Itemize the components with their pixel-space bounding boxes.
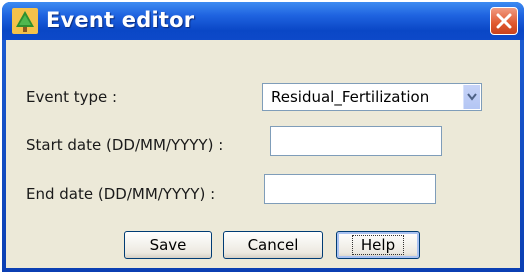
event-type-label: Event type : [26, 88, 118, 106]
help-button[interactable]: Help [336, 231, 420, 259]
save-button[interactable]: Save [124, 231, 212, 259]
close-button[interactable] [490, 7, 518, 35]
start-date-field[interactable] [270, 126, 442, 156]
tree-icon [12, 8, 38, 34]
cancel-button[interactable]: Cancel [223, 231, 323, 259]
start-date-label: Start date (DD/MM/YYYY) : [26, 136, 224, 154]
dialog-body: Event type : Residual_Fertilization Star… [6, 40, 520, 268]
close-icon [496, 13, 512, 29]
event-type-select[interactable]: Residual_Fertilization [262, 83, 482, 111]
window-title: Event editor [46, 8, 195, 32]
event-editor-window: Event editor Event type : Residual_Ferti… [2, 2, 524, 272]
end-date-label: End date (DD/MM/YYYY) : [26, 185, 216, 203]
title-bar[interactable]: Event editor [2, 2, 524, 40]
help-button-label: Help [351, 235, 405, 255]
event-type-value: Residual_Fertilization [271, 88, 430, 106]
end-date-field[interactable] [264, 174, 436, 204]
chevron-down-icon[interactable] [463, 85, 480, 109]
